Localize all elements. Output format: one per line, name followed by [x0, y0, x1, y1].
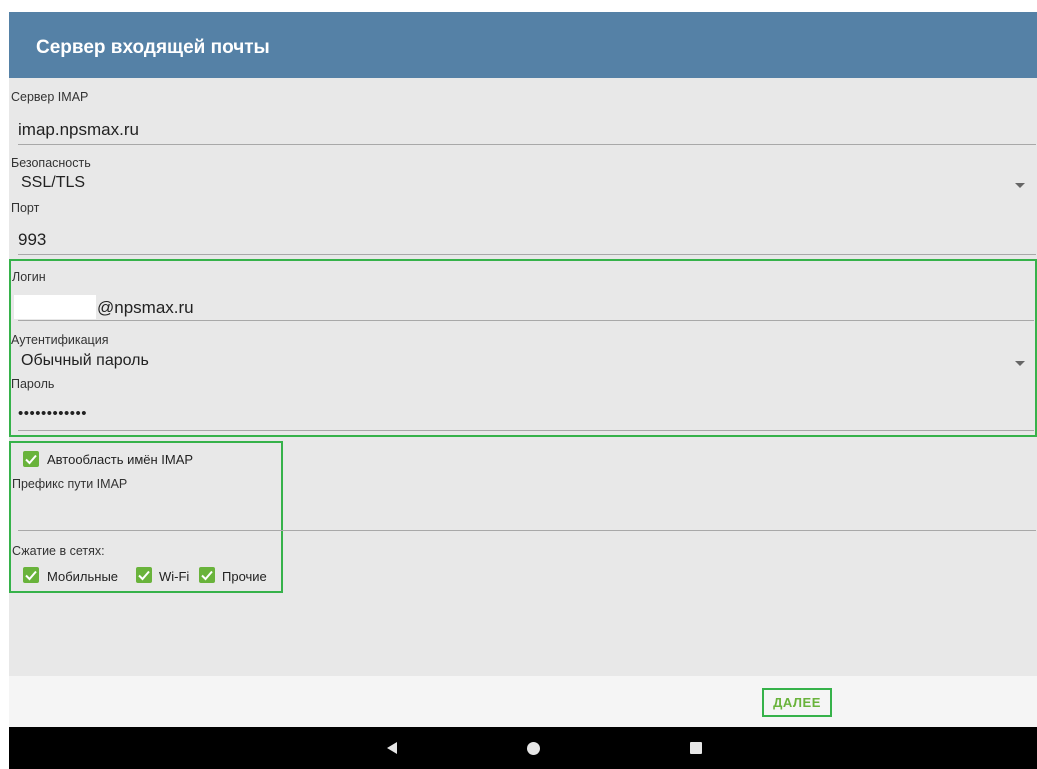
chevron-down-icon[interactable] [1015, 361, 1025, 366]
auth-label: Аутентификация [11, 333, 109, 347]
page-title: Сервер входящей почты [36, 37, 270, 58]
compression-other-label: Прочие [222, 569, 267, 584]
compression-wifi-checkbox[interactable] [136, 567, 152, 583]
checkmark-icon [138, 570, 150, 581]
security-label: Безопасность [11, 156, 91, 170]
port-underline [18, 254, 1036, 255]
compression-wifi-label: Wi-Fi [159, 569, 190, 584]
chevron-down-icon[interactable] [1015, 183, 1025, 188]
bottom-action-bar [9, 676, 1037, 727]
port-input[interactable]: 993 [18, 230, 46, 250]
password-underline [18, 430, 1034, 431]
path-prefix-underline [18, 530, 1036, 531]
login-underline [18, 320, 1034, 321]
recents-square-icon[interactable] [690, 742, 702, 754]
redacted-username [14, 295, 96, 319]
imap-server-input[interactable]: imap.npsmax.ru [18, 120, 139, 140]
login-label: Логин [12, 270, 46, 284]
checkmark-icon [201, 570, 213, 581]
path-prefix-label: Префикс пути IMAP [12, 477, 128, 491]
compression-other-checkbox[interactable] [199, 567, 215, 583]
system-nav-bar [9, 727, 1037, 769]
next-button[interactable]: ДАЛЕЕ [762, 688, 832, 717]
security-select[interactable]: SSL/TLS [21, 174, 85, 192]
imap-server-underline [18, 144, 1036, 145]
login-input[interactable]: @npsmax.ru [97, 298, 194, 318]
compression-label: Сжатие в сетях: [12, 544, 105, 558]
login-highlight-box [9, 259, 1037, 437]
password-input[interactable]: •••••••••••• [18, 405, 87, 422]
auth-select[interactable]: Обычный пароль [21, 352, 149, 370]
checkmark-icon [25, 570, 37, 581]
port-label: Порт [11, 201, 40, 215]
auto-namespace-checkbox[interactable] [23, 451, 39, 467]
auto-namespace-label: Автообласть имён IMAP [47, 452, 194, 467]
back-triangle-icon[interactable] [386, 741, 398, 760]
imap-server-label: Сервер IMAP [11, 90, 89, 104]
compression-mobile-label: Мобильные [47, 569, 119, 584]
password-label: Пароль [11, 377, 55, 391]
home-circle-icon[interactable] [527, 742, 540, 755]
compression-mobile-checkbox[interactable] [23, 567, 39, 583]
checkmark-icon [25, 454, 37, 465]
